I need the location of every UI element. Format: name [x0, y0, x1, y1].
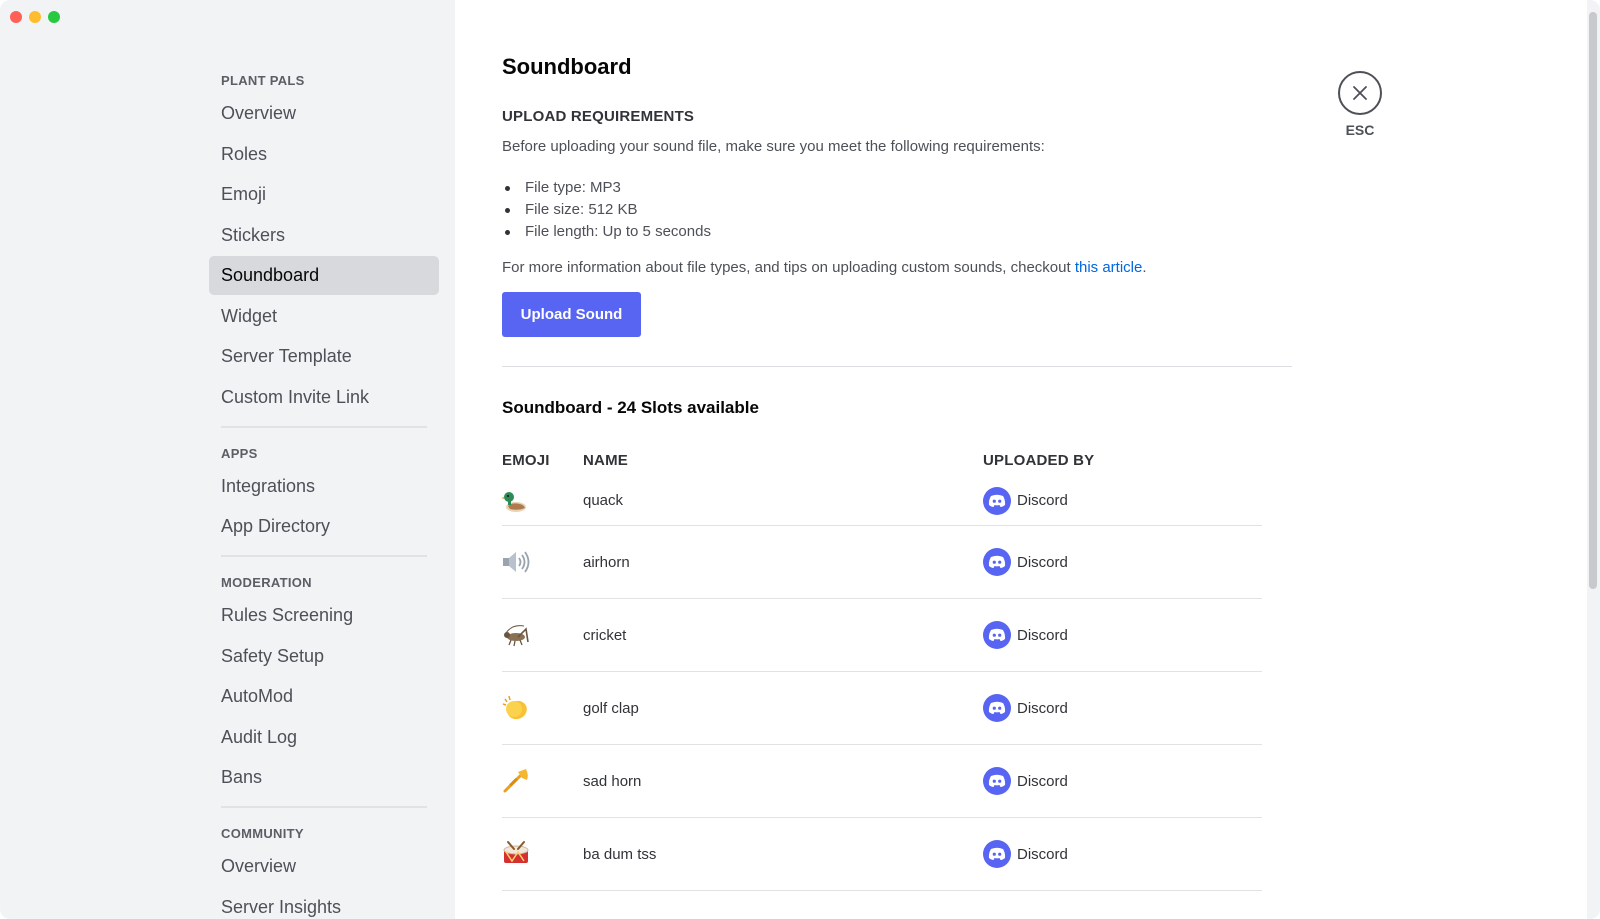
nav-section-header: APPS — [221, 445, 258, 461]
cricket-icon — [502, 622, 583, 648]
nav-divider — [221, 555, 427, 557]
uploader-name: Discord — [1017, 699, 1068, 717]
uploader: Discord — [983, 840, 1262, 868]
soundboard-slots-heading: Soundboard - 24 Slots available — [502, 398, 759, 417]
sidebar-item-server-template[interactable]: Server Template — [209, 337, 439, 376]
uploader-name: Discord — [1017, 772, 1068, 790]
close-settings[interactable]: ESC — [1338, 71, 1382, 138]
esc-label: ESC — [1345, 122, 1375, 138]
settings-window: PLANT PALS Overview Roles Emoji Stickers… — [0, 0, 1600, 919]
table-header: EMOJI NAME UPLOADED BY — [502, 448, 1262, 472]
sidebar-item-bans[interactable]: Bans — [209, 758, 439, 797]
requirement-file-size: File size: 512 KB — [502, 199, 711, 221]
uploader: Discord — [983, 486, 1262, 515]
discord-logo-icon — [983, 486, 1011, 515]
upload-sound-button[interactable]: Upload Sound — [502, 292, 641, 337]
discord-logo-icon — [983, 621, 1011, 649]
sound-name: airhorn — [583, 553, 630, 571]
duck-icon — [502, 488, 583, 514]
window-zoom-button[interactable] — [48, 11, 60, 23]
uploader: Discord — [983, 767, 1262, 795]
close-button[interactable] — [1338, 71, 1382, 115]
sidebar-item-custom-invite-link[interactable]: Custom Invite Link — [209, 378, 439, 417]
sounds-table: EMOJI NAME UPLOADED BY quack Discord air… — [502, 448, 1262, 891]
discord-logo-icon — [983, 767, 1011, 795]
table-row[interactable]: sad horn Discord — [502, 745, 1262, 818]
nav-divider — [221, 425, 427, 428]
nav-section-header: COMMUNITY — [221, 826, 304, 841]
sidebar-item-automod[interactable]: AutoMod — [209, 677, 439, 716]
uploader-name: Discord — [1017, 845, 1068, 863]
sidebar-item-integrations[interactable]: Integrations — [209, 467, 439, 506]
table-row[interactable]: quack Discord — [502, 476, 1262, 526]
column-header-uploaded-by: UPLOADED BY — [983, 451, 1095, 469]
sidebar-item-server-insights[interactable]: Server Insights — [209, 888, 439, 919]
table-row[interactable]: ba dum tss Discord — [502, 818, 1262, 891]
discord-logo-icon — [983, 840, 1011, 868]
sidebar-item-rules-screening[interactable]: Rules Screening — [209, 596, 439, 635]
upload-requirements-description: Before uploading your sound file, make s… — [502, 138, 1045, 155]
window-controls — [10, 11, 60, 23]
sound-name: sad horn — [583, 772, 642, 790]
column-header-name: NAME — [583, 451, 628, 469]
uploader: Discord — [983, 621, 1262, 649]
discord-logo-icon — [983, 548, 1011, 576]
nav-section-header: PLANT PALS — [221, 73, 305, 88]
uploader: Discord — [983, 548, 1262, 576]
uploader-name: Discord — [1017, 492, 1068, 509]
more-info-suffix: . — [1142, 259, 1147, 276]
sound-name: cricket — [583, 626, 627, 644]
more-info-text: For more information about file types, a… — [502, 259, 1147, 276]
uploader-name: Discord — [1017, 553, 1068, 571]
column-header-emoji: EMOJI — [502, 451, 550, 469]
sidebar-item-widget[interactable]: Widget — [209, 297, 439, 336]
sidebar-item-stickers[interactable]: Stickers — [209, 216, 439, 255]
window-close-button[interactable] — [10, 11, 22, 23]
sidebar-item-emoji[interactable]: Emoji — [209, 175, 439, 214]
uploader-name: Discord — [1017, 626, 1068, 644]
more-info-prefix: For more information about file types, a… — [502, 259, 1075, 276]
sidebar-item-app-directory[interactable]: App Directory — [209, 507, 439, 546]
table-row[interactable]: airhorn Discord — [502, 526, 1262, 599]
sidebar-item-audit-log[interactable]: Audit Log — [209, 718, 439, 757]
settings-sidebar: PLANT PALS Overview Roles Emoji Stickers… — [0, 0, 455, 919]
sounds-table-body: quack Discord airhorn Discord cricket Di… — [502, 476, 1262, 891]
speaker-icon — [502, 549, 583, 575]
scrollbar-thumb[interactable] — [1589, 12, 1597, 589]
sound-name: ba dum tss — [583, 845, 657, 863]
requirements-list: File type: MP3 File size: 512 KB File le… — [502, 177, 711, 243]
sidebar-item-safety-setup[interactable]: Safety Setup — [209, 637, 439, 676]
uploader: Discord — [983, 694, 1262, 722]
close-icon — [1353, 86, 1367, 100]
page-title: Soundboard — [502, 54, 632, 79]
requirement-file-length: File length: Up to 5 seconds — [502, 221, 711, 243]
table-row[interactable]: golf clap Discord — [502, 672, 1262, 745]
upload-requirements-heading: UPLOAD REQUIREMENTS — [502, 108, 695, 125]
section-divider — [502, 366, 1292, 367]
nav-section-header: MODERATION — [221, 575, 312, 590]
sound-name: golf clap — [583, 699, 639, 717]
trumpet-icon — [502, 767, 583, 795]
this-article-link[interactable]: this article — [1075, 259, 1143, 276]
sound-name: quack — [583, 492, 624, 509]
settings-nav: PLANT PALS Overview Roles Emoji Stickers… — [209, 70, 439, 919]
drum-icon — [502, 840, 583, 868]
sidebar-item-soundboard[interactable]: Soundboard — [209, 256, 439, 295]
nav-divider — [221, 806, 427, 808]
window-minimize-button[interactable] — [29, 11, 41, 23]
sidebar-item-overview[interactable]: Overview — [209, 94, 439, 133]
sidebar-item-community-overview[interactable]: Overview — [209, 847, 439, 886]
sidebar-item-roles[interactable]: Roles — [209, 135, 439, 174]
table-row[interactable]: cricket Discord — [502, 599, 1262, 672]
clapping-hands-icon — [502, 694, 583, 722]
discord-logo-icon — [983, 694, 1011, 722]
requirement-file-type: File type: MP3 — [502, 177, 711, 199]
